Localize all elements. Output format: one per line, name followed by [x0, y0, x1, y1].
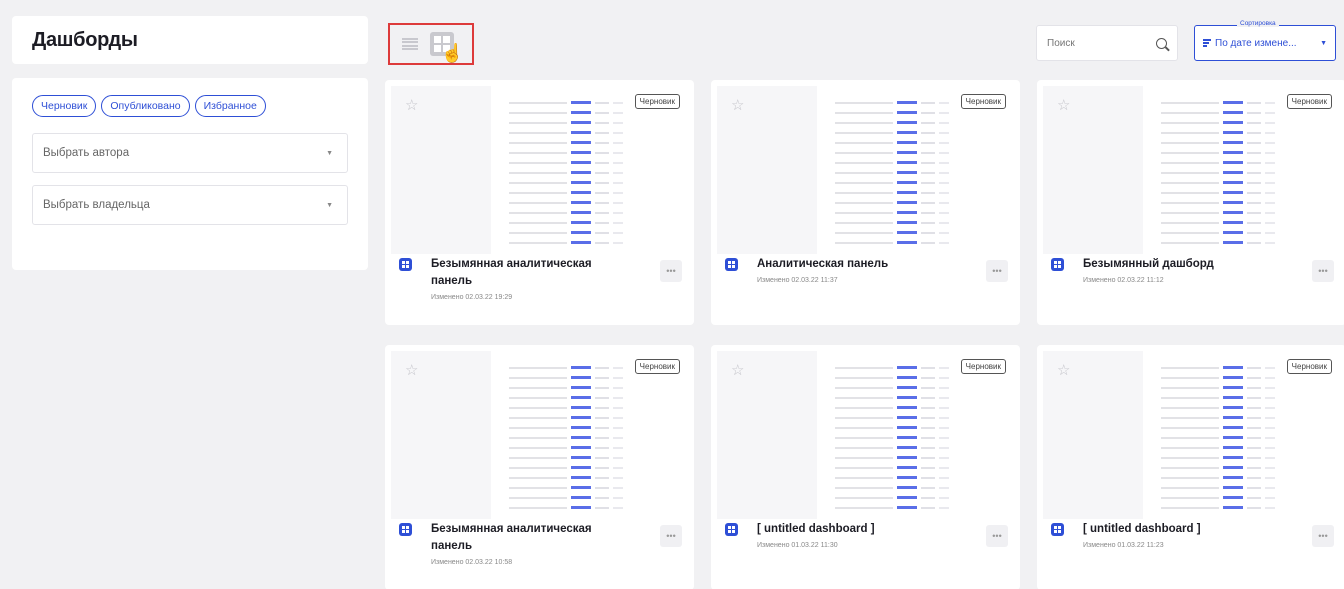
dashboard-preview: ☆ Черновик: [1043, 351, 1340, 519]
search-icon[interactable]: [1156, 37, 1167, 49]
dashboard-card[interactable]: ☆ Черновик Безымянный дашборд Изменено 0…: [1037, 80, 1344, 325]
star-icon[interactable]: ☆: [731, 96, 744, 114]
dashboard-preview: ☆ Черновик: [1043, 86, 1340, 254]
grid-icon: [434, 36, 441, 43]
chevron-down-icon: ▼: [326, 201, 333, 209]
more-icon[interactable]: •••: [986, 525, 1008, 547]
star-icon[interactable]: ☆: [731, 361, 744, 379]
card-title[interactable]: [ untitled dashboard ]: [757, 521, 947, 538]
card-title[interactable]: Безымянный дашборд: [1083, 256, 1273, 273]
dashboard-card[interactable]: ☆ Черновик [ untitled dashboard ] Измене…: [711, 345, 1020, 589]
card-date: Изменено 02.03.22 19:29: [431, 294, 513, 301]
chip-published[interactable]: Опубликовано: [101, 95, 190, 117]
owner-select-label: Выбрать владельца: [43, 199, 150, 211]
star-icon[interactable]: ☆: [405, 96, 418, 114]
view-toggle: ☝: [388, 23, 474, 65]
dashboard-icon: [399, 258, 412, 271]
chevron-down-icon: ▼: [1320, 39, 1327, 47]
star-icon[interactable]: ☆: [1057, 96, 1070, 114]
dashboard-card[interactable]: ☆ Черновик Аналитическая панель Изменено…: [711, 80, 1020, 325]
list-view-button[interactable]: [400, 35, 420, 53]
search-box: [1036, 25, 1178, 61]
dashboard-icon: [725, 258, 738, 271]
card-date: Изменено 02.03.22 10:58: [431, 559, 513, 566]
status-chips: Черновик Опубликовано Избранное: [32, 95, 348, 117]
more-icon[interactable]: •••: [660, 260, 682, 282]
search-input[interactable]: [1047, 37, 1147, 49]
dashboard-preview: ☆ Черновик: [717, 86, 1014, 254]
dashboard-icon: [1051, 258, 1064, 271]
more-icon[interactable]: •••: [986, 260, 1008, 282]
sort-value: По дате измене...: [1215, 37, 1297, 49]
page-title: Дашборды: [32, 28, 138, 51]
sort-select[interactable]: Сортировка По дате измене... ▼: [1194, 20, 1336, 61]
chip-favorites[interactable]: Избранное: [194, 95, 266, 117]
card-date: Изменено 01.03.22 11:30: [757, 542, 838, 549]
dashboard-icon: [725, 523, 738, 536]
dashboard-preview: ☆ Черновик: [391, 86, 688, 254]
preview-table: [509, 98, 669, 248]
chip-draft[interactable]: Черновик: [32, 95, 97, 117]
card-date: Изменено 01.03.22 11:23: [1083, 542, 1164, 549]
dashboard-preview: ☆ Черновик: [717, 351, 1014, 519]
page-header: Дашборды: [12, 16, 368, 64]
preview-table: [509, 363, 669, 513]
card-title[interactable]: Аналитическая панель: [757, 256, 947, 273]
list-icon: [402, 38, 418, 50]
preview-table: [1161, 363, 1321, 513]
dashboard-grid: ☆ Черновик Безымянная аналитическая пане…: [385, 80, 1344, 589]
star-icon[interactable]: ☆: [1057, 361, 1070, 379]
more-icon[interactable]: •••: [1312, 260, 1334, 282]
card-title[interactable]: Безымянная аналитическая панель: [431, 521, 621, 555]
sort-icon: [1203, 39, 1211, 47]
dashboard-icon: [399, 523, 412, 536]
chevron-down-icon: ▼: [326, 149, 333, 157]
sort-label: Сортировка: [1237, 20, 1279, 27]
dashboard-card[interactable]: ☆ Черновик [ untitled dashboard ] Измене…: [1037, 345, 1344, 589]
preview-table: [1161, 98, 1321, 248]
dashboard-preview: ☆ Черновик: [391, 351, 688, 519]
dashboard-card[interactable]: ☆ Черновик Безымянная аналитическая пане…: [385, 345, 694, 589]
more-icon[interactable]: •••: [1312, 525, 1334, 547]
card-date: Изменено 02.03.22 11:12: [1083, 277, 1164, 284]
preview-table: [835, 98, 995, 248]
card-date: Изменено 02.03.22 11:37: [757, 277, 838, 284]
dashboard-card[interactable]: ☆ Черновик Безымянная аналитическая пане…: [385, 80, 694, 325]
card-title[interactable]: Безымянная аналитическая панель: [431, 256, 621, 290]
preview-table: [835, 363, 995, 513]
toolbar: ☝ Сортировка По дате измене... ▼: [388, 16, 1344, 65]
dashboard-icon: [1051, 523, 1064, 536]
card-title[interactable]: [ untitled dashboard ]: [1083, 521, 1273, 538]
filter-panel: Черновик Опубликовано Избранное Выбрать …: [12, 78, 368, 270]
owner-select[interactable]: Выбрать владельца ▼: [32, 185, 348, 225]
hand-cursor-icon: ☝: [441, 43, 464, 63]
author-select-label: Выбрать автора: [43, 147, 130, 159]
author-select[interactable]: Выбрать автора ▼: [32, 133, 348, 173]
more-icon[interactable]: •••: [660, 525, 682, 547]
star-icon[interactable]: ☆: [405, 361, 418, 379]
